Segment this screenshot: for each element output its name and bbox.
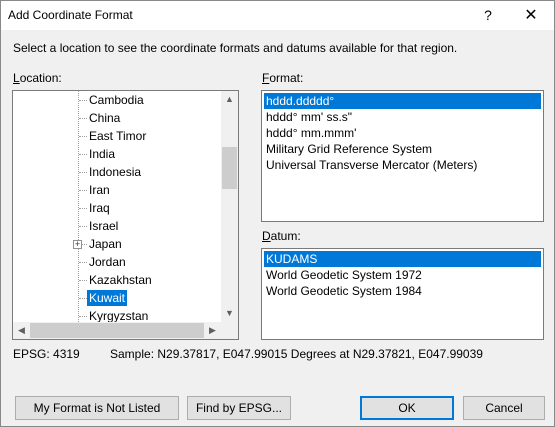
datum-label: Datum: xyxy=(262,229,301,243)
instruction-text: Select a location to see the coordinate … xyxy=(13,41,458,55)
tree-item-label: Israel xyxy=(89,219,119,233)
tree-item[interactable]: East Timor xyxy=(13,127,221,145)
sample-coordinates: Sample: N29.37817, E047.99015 Degrees at… xyxy=(110,347,483,361)
location-label: Location: xyxy=(13,71,62,85)
format-list-item[interactable]: hddd.ddddd° xyxy=(264,93,541,109)
datum-list-item[interactable]: World Geodetic System 1984 xyxy=(264,283,424,299)
datum-list[interactable]: KUDAMS World Geodetic System 1972 World Ge… xyxy=(261,248,544,340)
format-label-rest: ormat: xyxy=(269,71,304,85)
help-button[interactable]: ? xyxy=(474,1,502,30)
title-bar: Add Coordinate Format ? ✕ xyxy=(1,1,554,30)
tree-connector xyxy=(79,118,87,119)
location-label-rest: ocation: xyxy=(19,71,62,85)
tree-item-label: Iraq xyxy=(89,201,110,215)
tree-item[interactable]: China xyxy=(13,109,221,127)
tree-connector xyxy=(79,172,87,173)
tree-item-label: China xyxy=(89,111,121,125)
tree-item-label: Kuwait xyxy=(87,290,128,306)
add-coordinate-format-dialog: Add Coordinate Format ? ✕ Select a locat… xyxy=(0,0,555,427)
tree-item[interactable]: Israel xyxy=(13,217,221,235)
scroll-up-arrow-icon[interactable]: ▲ xyxy=(221,91,238,108)
location-horizontal-scrollbar[interactable]: ◀ ▶ xyxy=(13,322,221,339)
vertical-scroll-thumb[interactable] xyxy=(222,147,237,189)
tree-item-label: India xyxy=(89,147,116,161)
find-by-epsg-button[interactable]: Find by EPSG... xyxy=(187,396,291,420)
tree-item[interactable]: + Japan xyxy=(13,235,221,253)
tree-item-label: Iran xyxy=(89,183,110,197)
tree-item-label: Jordan xyxy=(89,255,126,269)
format-list-item[interactable]: hddd° mm.mmm' xyxy=(264,125,358,141)
tree-item[interactable]: Iraq xyxy=(13,199,221,217)
format-list-item[interactable]: Universal Transverse Mercator (Meters) xyxy=(264,157,479,173)
tree-item-label: Cambodia xyxy=(89,93,144,107)
datum-list-item[interactable]: KUDAMS xyxy=(264,251,541,267)
location-tree[interactable]: Cambodia China East Timor India Indonesia Ira… xyxy=(12,90,239,340)
horizontal-scroll-thumb[interactable] xyxy=(30,323,204,338)
tree-item[interactable]: Indonesia xyxy=(13,163,221,181)
datum-list-item[interactable]: World Geodetic System 1972 xyxy=(264,267,424,283)
location-vertical-scrollbar[interactable]: ▲ ▼ xyxy=(221,91,238,322)
tree-connector xyxy=(79,208,87,209)
scroll-left-arrow-icon[interactable]: ◀ xyxy=(13,322,30,339)
scroll-right-arrow-icon[interactable]: ▶ xyxy=(204,322,221,339)
tree-item-label: East Timor xyxy=(89,129,147,143)
tree-connector xyxy=(79,154,87,155)
tree-item-label: Kazakhstan xyxy=(89,273,152,287)
tree-item-label: Japan xyxy=(89,237,122,251)
tree-connector xyxy=(79,280,87,281)
tree-connector xyxy=(79,190,87,191)
expand-plus-icon[interactable]: + xyxy=(73,240,82,249)
tree-item[interactable]: Kazakhstan xyxy=(13,271,221,289)
tree-item[interactable]: Kuwait xyxy=(13,289,221,307)
cancel-button[interactable]: Cancel xyxy=(463,396,545,420)
close-button[interactable]: ✕ xyxy=(515,1,547,30)
ok-button[interactable]: OK xyxy=(360,396,454,420)
tree-item[interactable]: Cambodia xyxy=(13,91,221,109)
tree-item[interactable]: Iran xyxy=(13,181,221,199)
tree-connector xyxy=(79,262,87,263)
tree-connector xyxy=(79,298,87,299)
datum-label-rest: atum: xyxy=(270,229,301,243)
tree-item[interactable]: India xyxy=(13,145,221,163)
tree-connector xyxy=(79,100,87,101)
tree-item[interactable]: Jordan xyxy=(13,253,221,271)
format-list[interactable]: hddd.ddddd° hddd° mm' ss.s" hddd° mm.mmm' M… xyxy=(261,90,544,222)
scroll-down-arrow-icon[interactable]: ▼ xyxy=(221,305,238,322)
tree-connector xyxy=(79,316,87,317)
format-label: Format: xyxy=(262,71,304,85)
format-list-item[interactable]: Military Grid Reference System xyxy=(264,141,434,157)
tree-connector xyxy=(79,226,87,227)
dialog-title: Add Coordinate Format xyxy=(8,8,133,22)
tree-connector xyxy=(79,136,87,137)
epsg-code: EPSG: 4319 xyxy=(13,347,80,361)
format-list-item[interactable]: hddd° mm' ss.s" xyxy=(264,109,354,125)
tree-item-label: Indonesia xyxy=(89,165,142,179)
scrollbar-corner xyxy=(221,322,238,339)
format-not-listed-button[interactable]: My Format is Not Listed xyxy=(15,396,179,420)
